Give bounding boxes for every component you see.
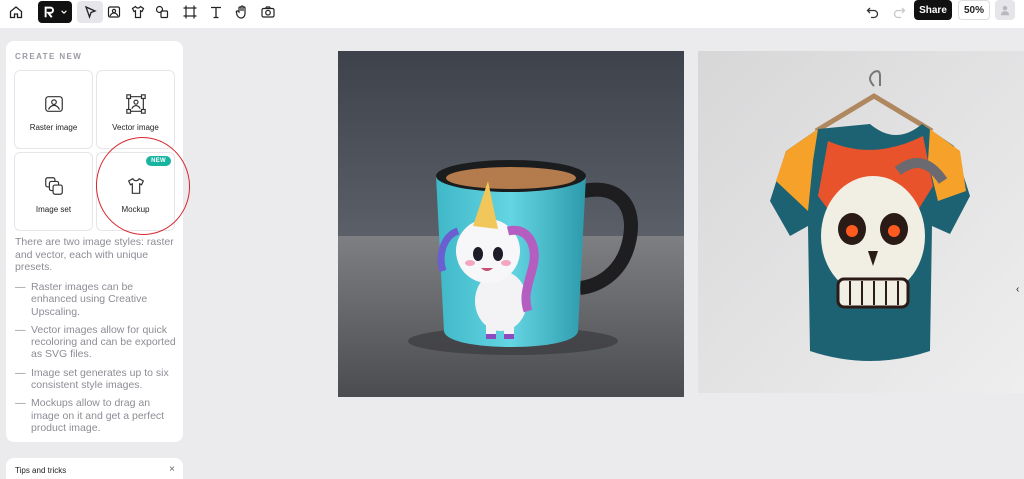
avatar[interactable] [995, 0, 1015, 20]
raster-image-icon [44, 96, 63, 112]
image-set-card[interactable]: Image set [14, 152, 93, 231]
vector-image-card[interactable]: Vector image [96, 70, 175, 149]
raster-image-card[interactable]: Raster image [14, 70, 93, 149]
new-badge: NEW [146, 156, 171, 166]
chevron-left-icon[interactable]: ‹ [1016, 284, 1019, 295]
top-toolbar: Share 50% [0, 0, 1024, 28]
select-tool-icon[interactable] [77, 1, 103, 23]
tshirt-tool-icon[interactable] [125, 1, 151, 23]
home-icon[interactable] [3, 1, 29, 23]
close-icon[interactable]: × [169, 464, 175, 475]
chevron-down-icon [60, 10, 67, 14]
list-item: — Vector images allow for quick recolori… [15, 323, 176, 361]
card-label: Vector image [112, 123, 159, 132]
text-tool-icon[interactable] [203, 1, 229, 23]
card-label: Raster image [29, 123, 78, 132]
mockup-card[interactable]: NEW Mockup [96, 152, 175, 231]
logo-menu-button[interactable] [38, 1, 72, 23]
create-new-panel: CREATE NEW Raster image Vector image Ima… [6, 41, 197, 442]
image-set-icon [44, 177, 63, 195]
vector-image-icon [125, 94, 146, 114]
intro-text: There are two image styles: raster and v… [15, 236, 174, 273]
list-item: — Mockups allow to drag an image on it a… [15, 397, 165, 434]
image-tool-icon[interactable] [101, 1, 127, 23]
tshirt-icon [127, 177, 144, 194]
list-item: — Raster images can be enhanced using Cr… [15, 281, 148, 318]
tips-panel: Tips and tricks × [6, 458, 183, 479]
card-label: Image set [35, 205, 72, 214]
logo-icon [44, 6, 54, 18]
camera-tool-icon[interactable] [255, 1, 281, 23]
share-button[interactable]: Share [914, 0, 952, 20]
mug-mockup-image[interactable] [338, 51, 684, 397]
crop-tool-icon[interactable] [177, 1, 203, 23]
hand-tool-icon[interactable] [229, 1, 255, 23]
tshirt-mockup-image[interactable] [698, 51, 1024, 393]
redo-icon[interactable] [886, 1, 912, 23]
panel-title: CREATE NEW [15, 52, 83, 61]
tips-label: Tips and tricks [15, 466, 67, 475]
image-set-tool-icon[interactable] [149, 1, 175, 23]
undo-icon[interactable] [860, 1, 886, 23]
user-icon [1000, 5, 1010, 16]
list-item: — Image set generates up to six consiste… [15, 366, 169, 392]
zoom-level-button[interactable]: 50% [958, 0, 990, 20]
feature-list: — Raster images can be enhanced using Cr… [15, 281, 181, 440]
card-label: Mockup [121, 205, 150, 214]
